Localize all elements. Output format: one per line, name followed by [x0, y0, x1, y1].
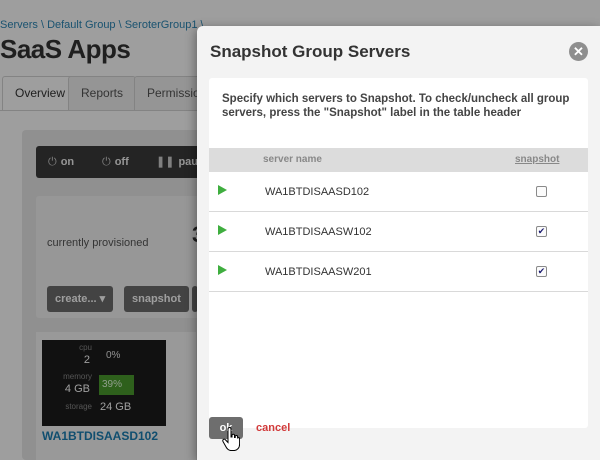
play-icon: [218, 225, 227, 235]
dialog-body: Specify which servers to Snapshot. To ch…: [209, 78, 588, 428]
table-row: WA1BTDISAASW102 ✔: [209, 212, 588, 252]
server-name: WA1BTDISAASD102: [265, 186, 370, 198]
table-row: WA1BTDISAASD102: [209, 172, 588, 212]
play-icon: [218, 265, 227, 275]
cancel-link[interactable]: cancel: [256, 422, 290, 434]
table-row: WA1BTDISAASW201 ✔: [209, 252, 588, 292]
snapshot-checkbox[interactable]: ✔: [536, 226, 547, 237]
dialog-title: Snapshot Group Servers: [210, 42, 411, 61]
server-name: WA1BTDISAASW102: [265, 226, 372, 238]
server-name: WA1BTDISAASW201: [265, 266, 372, 278]
column-snapshot-toggle[interactable]: snapshot: [515, 154, 559, 165]
column-server-name: server name: [263, 154, 322, 165]
hand-cursor-icon: [222, 427, 240, 451]
snapshot-checkbox[interactable]: ✔: [536, 266, 547, 277]
play-icon: [218, 185, 227, 195]
snapshot-checkbox[interactable]: [536, 186, 547, 197]
servers-table: server name snapshot WA1BTDISAASD102 WA1…: [209, 148, 588, 292]
snapshot-dialog: Snapshot Group Servers ✕ Specify which s…: [197, 26, 600, 460]
dialog-instructions: Specify which servers to Snapshot. To ch…: [222, 93, 570, 119]
close-icon[interactable]: ✕: [569, 42, 588, 61]
table-header: server name snapshot: [209, 148, 588, 172]
